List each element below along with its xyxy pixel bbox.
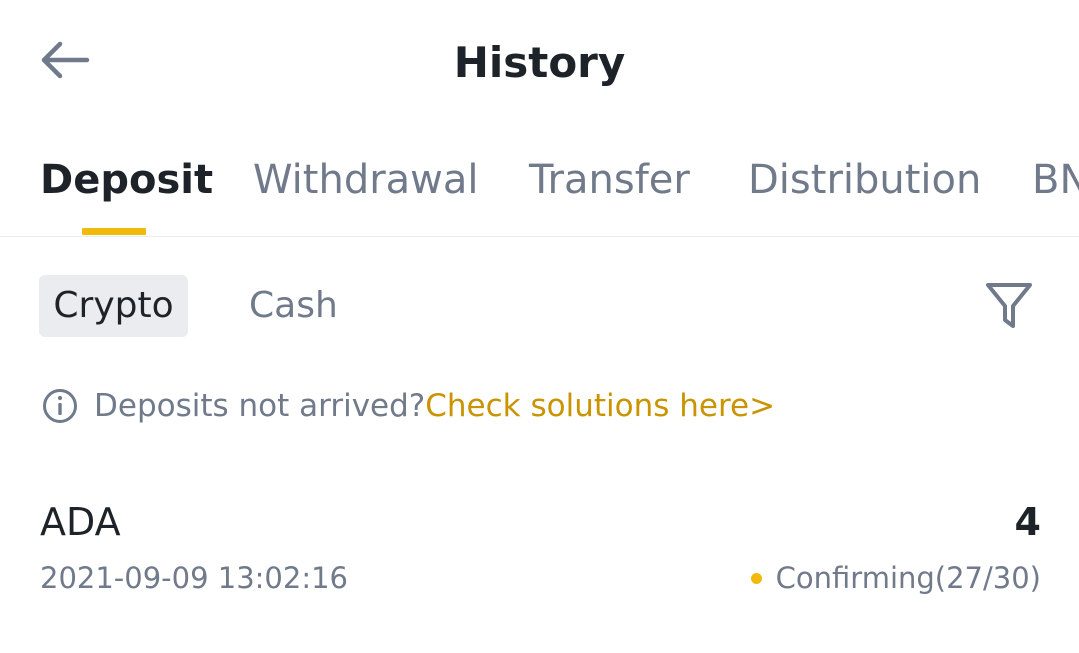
tab-bnb-truncated[interactable]: BN (1032, 154, 1079, 206)
header: History (0, 0, 1079, 128)
subtab-cash[interactable]: Cash (249, 275, 338, 337)
deposit-amount: 4 (1014, 500, 1041, 544)
deposit-datetime: 2021-09-09 13:02:16 (40, 561, 348, 595)
coin-symbol: ADA (40, 500, 121, 544)
info-circle-icon (42, 388, 78, 424)
filter-button[interactable] (978, 278, 1040, 336)
status-badge: Confirming(27/30) (750, 560, 1041, 596)
status-dot-icon (750, 572, 762, 584)
subtab-crypto[interactable]: Crypto (39, 275, 188, 337)
history-tabs: Deposit Withdrawal Transfer Distribution… (0, 150, 1079, 237)
tab-distribution[interactable]: Distribution (748, 154, 981, 206)
list-item[interactable]: ADA 4 2021-09-09 13:02:16 Confirming(27/… (0, 490, 1079, 610)
notice-text: Deposits not arrived? (94, 388, 426, 424)
tab-deposit[interactable]: Deposit (40, 154, 213, 206)
active-tab-indicator (82, 228, 146, 235)
tab-transfer[interactable]: Transfer (529, 154, 690, 206)
page-title: History (453, 38, 626, 87)
check-solutions-link[interactable]: Check solutions here> (425, 388, 775, 424)
tab-withdrawal[interactable]: Withdrawal (253, 154, 479, 206)
deposit-notice: Deposits not arrived? Check solutions her… (42, 385, 775, 427)
status-text: Confirming(27/30) (775, 561, 1041, 595)
filter-funnel-icon (984, 280, 1034, 334)
